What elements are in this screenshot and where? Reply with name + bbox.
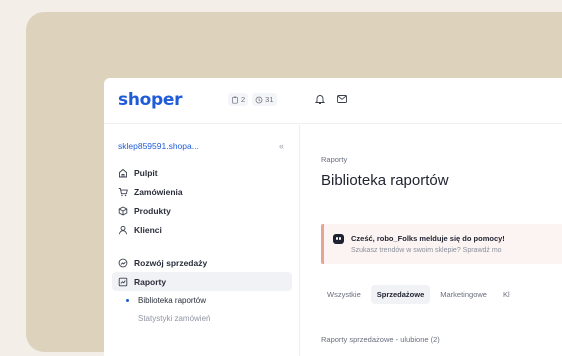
- sidebar-item-label: Zamówienia: [134, 186, 183, 197]
- breadcrumb[interactable]: Raporty: [321, 155, 347, 164]
- tasks-count: 2: [241, 95, 246, 104]
- header-actions: [314, 93, 348, 105]
- shop-name[interactable]: sklep859591.shopa...: [118, 141, 199, 151]
- growth-icon: [118, 258, 128, 267]
- robot-icon: [333, 234, 344, 244]
- active-dot-icon: [126, 298, 129, 302]
- home-icon: [119, 168, 127, 177]
- box-icon: [118, 205, 128, 216]
- clipboard-icon: [232, 96, 238, 104]
- assistant-banner: Cześć, robo_Folks melduje się do pomocy!…: [321, 224, 562, 264]
- report-tabs: Wszystkie Sprzedażowe Marketingowe Kl: [321, 285, 516, 304]
- messages-button[interactable]: [336, 93, 348, 105]
- sidebar: sklep859591.shopa... « Pulpit Zamówienia…: [104, 125, 300, 356]
- sidebar-nav: Pulpit Zamówienia Produkty Klienci Rozwó…: [112, 163, 292, 327]
- bell-icon: [314, 95, 326, 104]
- clock-icon: [255, 96, 263, 103]
- sidebar-item-label: Klienci: [134, 224, 162, 235]
- sidebar-item-zamowienia[interactable]: Zamówienia: [112, 182, 292, 201]
- sidebar-subitem-statystyki-zamowien[interactable]: Statystyki zamówień: [112, 309, 292, 327]
- sidebar-item-label: Raporty: [134, 276, 167, 287]
- top-bar: shoper 2 31: [104, 78, 562, 124]
- section-title: Raporty sprzedażowe - ulubione (2): [321, 335, 440, 344]
- cart-icon: [118, 187, 128, 196]
- mail-icon: [337, 95, 347, 103]
- tab-marketingowe[interactable]: Marketingowe: [434, 285, 493, 304]
- pending-count: 31: [265, 95, 274, 104]
- header-badges: 2 31: [228, 93, 277, 106]
- chart-icon: [118, 277, 128, 286]
- tasks-badge[interactable]: 2: [228, 93, 249, 106]
- sidebar-item-pulpit[interactable]: Pulpit: [112, 163, 292, 182]
- sidebar-item-produkty[interactable]: Produkty: [112, 201, 292, 220]
- sidebar-subitem-label: Statystyki zamówień: [138, 313, 211, 323]
- main-content: Raporty Biblioteka raportów Cześć, robo_…: [301, 125, 562, 356]
- tab-klienci[interactable]: Kl: [497, 285, 516, 304]
- sidebar-item-label: Pulpit: [134, 167, 158, 178]
- sidebar-item-label: Rozwój sprzedaży: [134, 257, 208, 268]
- pending-badge[interactable]: 31: [252, 93, 277, 106]
- sidebar-item-raporty[interactable]: Raporty: [112, 272, 292, 291]
- banner-title: Cześć, robo_Folks melduje się do pomocy!: [351, 234, 505, 243]
- tab-wszystkie[interactable]: Wszystkie: [321, 285, 367, 304]
- banner-text: Szukasz trendów w swoim sklepie? Sprawdź…: [351, 247, 502, 254]
- sidebar-item-label: Produkty: [134, 205, 171, 216]
- collapse-sidebar-icon[interactable]: «: [279, 141, 284, 151]
- shop-selector[interactable]: sklep859591.shopa... «: [118, 141, 284, 151]
- sidebar-subitem-biblioteka-raportow[interactable]: Biblioteka raportów: [112, 291, 292, 309]
- tab-sprzedazowe[interactable]: Sprzedażowe: [370, 285, 431, 304]
- sidebar-item-rozwoj-sprzedazy[interactable]: Rozwój sprzedaży: [112, 253, 292, 272]
- user-icon: [119, 225, 127, 234]
- page-title: Biblioteka raportów: [321, 172, 449, 189]
- shoper-logo[interactable]: shoper: [118, 90, 182, 110]
- sidebar-subitem-label: Biblioteka raportów: [138, 295, 207, 305]
- notifications-button[interactable]: [314, 93, 326, 105]
- sidebar-item-klienci[interactable]: Klienci: [112, 220, 292, 239]
- app-window: shoper 2 31 sklep859591.shopa... « Pulpi…: [104, 78, 562, 356]
